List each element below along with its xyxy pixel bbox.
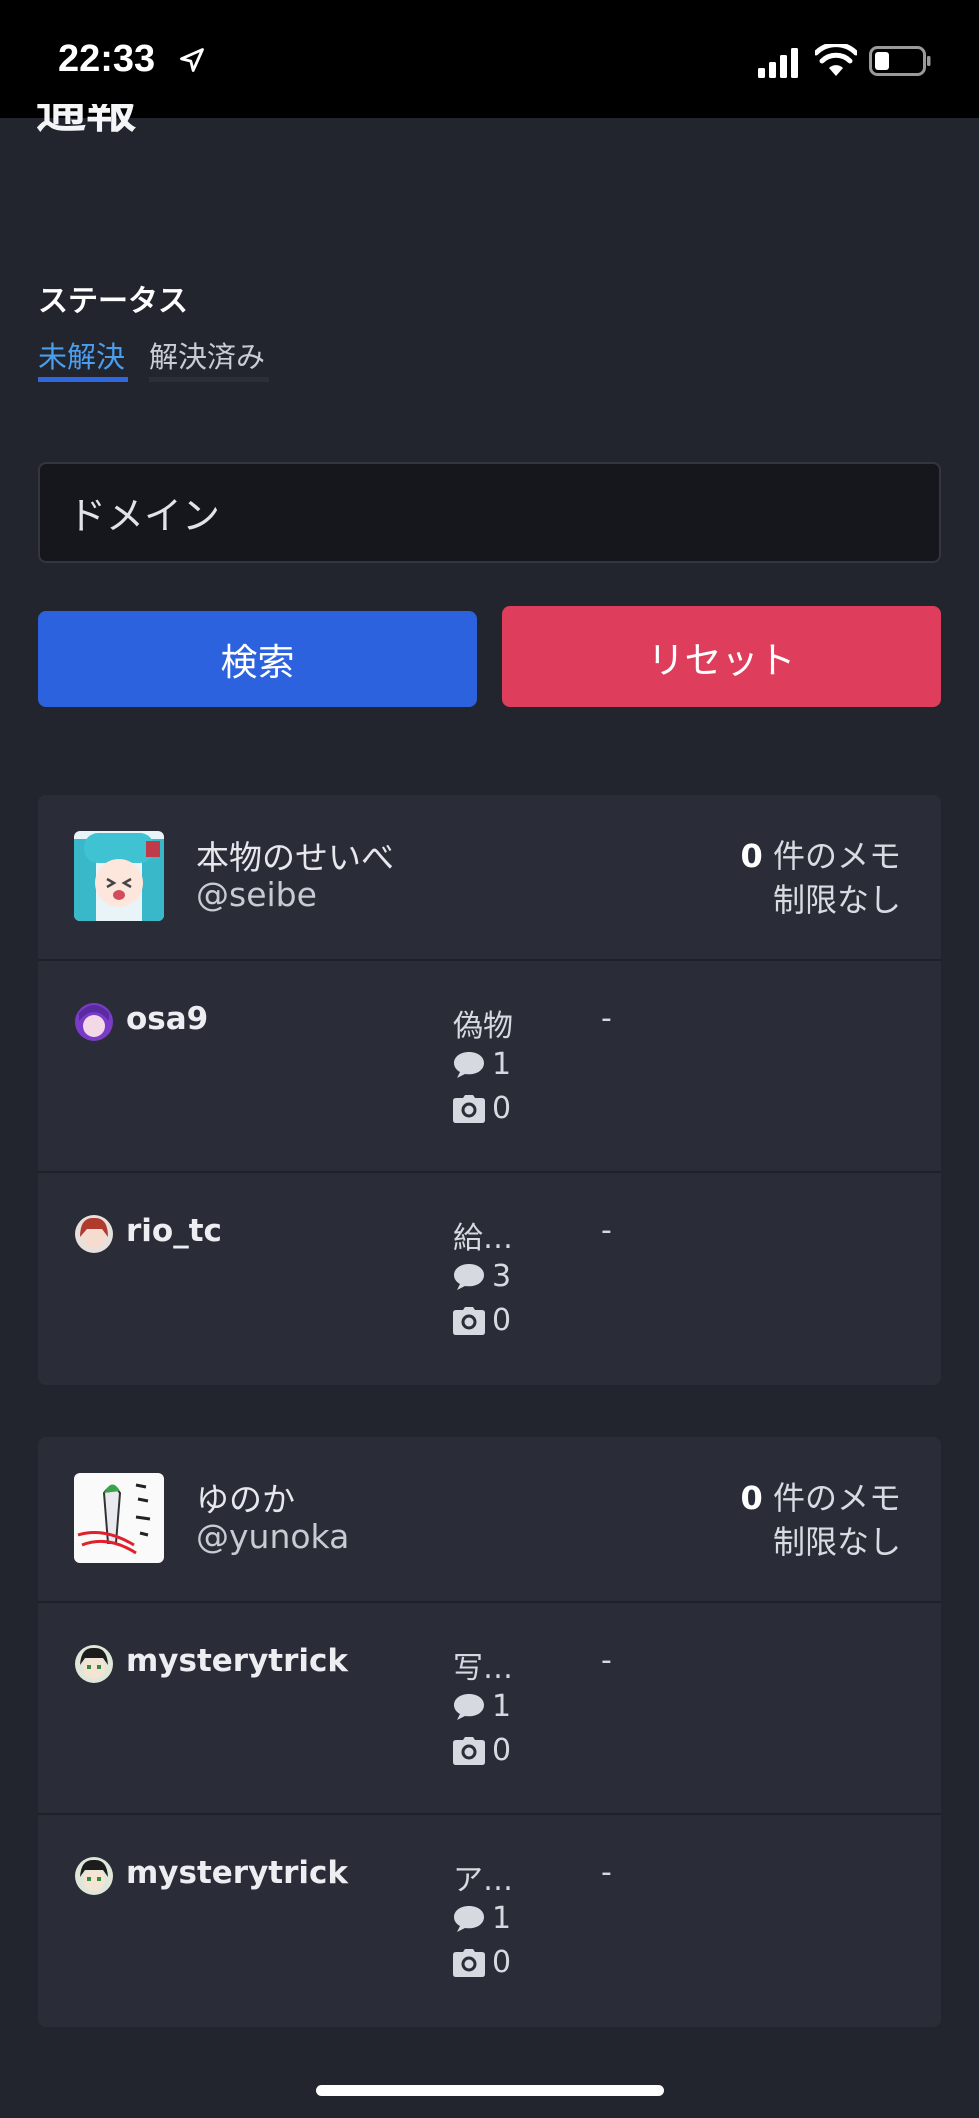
- report-reason: 写…: [453, 1651, 513, 1686]
- report-target-header[interactable]: ゆのか @yunoka 0 件のメモ 制限なし: [38, 1437, 941, 1603]
- camera-icon: [453, 1094, 485, 1123]
- report-status: -: [601, 1855, 612, 1890]
- avatar: [75, 1003, 113, 1041]
- camera-icon: [453, 1736, 485, 1765]
- comment-icon: [454, 1051, 484, 1078]
- photo-count: 0: [452, 1091, 511, 1126]
- comment-icon: [454, 1905, 484, 1932]
- photo-count: 0: [452, 1945, 511, 1980]
- report-card: 本物のせいべ @seibe 0 件のメモ 制限なし osa9 偽物 - 1 0 …: [38, 795, 941, 1385]
- target-handle: @seibe: [196, 875, 317, 914]
- limit-status: 制限なし: [772, 1523, 901, 1561]
- status-time: 22:33: [58, 38, 156, 80]
- avatar: [75, 1857, 113, 1895]
- status-filter-label: ステータス: [38, 284, 188, 319]
- report-card: ゆのか @yunoka 0 件のメモ 制限なし mysterytrick 写… …: [38, 1437, 941, 2027]
- report-target-header[interactable]: 本物のせいべ @seibe 0 件のメモ 制限なし: [38, 795, 941, 961]
- photo-count: 0: [452, 1303, 511, 1338]
- target-display-name: 本物のせいべ: [196, 838, 394, 877]
- memo-count: 0 件のメモ: [740, 1479, 901, 1517]
- tab-unresolved[interactable]: 未解決: [38, 334, 128, 382]
- comment-count: 1: [452, 1901, 511, 1936]
- status-bar: 22:33: [0, 0, 979, 118]
- report-item[interactable]: rio_tc 給… - 3 0: [38, 1173, 941, 1385]
- target-handle: @yunoka: [196, 1517, 350, 1556]
- report-status: -: [601, 1213, 612, 1248]
- memo-count: 0 件のメモ: [740, 837, 901, 875]
- limit-status: 制限なし: [772, 881, 901, 919]
- home-indicator[interactable]: [316, 2085, 664, 2096]
- report-reason: ア…: [453, 1863, 513, 1898]
- signal-icon: [758, 48, 798, 78]
- avatar: [75, 1645, 113, 1683]
- report-item[interactable]: mysterytrick ア… - 1 0: [38, 1815, 941, 2027]
- location-arrow-icon: [180, 48, 204, 72]
- reporter-name: rio_tc: [126, 1213, 222, 1249]
- comment-icon: [454, 1693, 484, 1720]
- avatar: [74, 831, 164, 921]
- target-display-name: ゆのか: [196, 1480, 295, 1519]
- comment-count: 1: [452, 1047, 511, 1082]
- avatar: [74, 1473, 164, 1563]
- comment-count: 3: [452, 1259, 511, 1294]
- reporter-name: osa9: [126, 1001, 209, 1037]
- wifi-icon: [815, 44, 857, 76]
- reporter-name: mysterytrick: [126, 1855, 349, 1891]
- avatar: [75, 1215, 113, 1253]
- photo-count: 0: [452, 1733, 511, 1768]
- report-item[interactable]: mysterytrick 写… - 1 0: [38, 1603, 941, 1815]
- report-item[interactable]: osa9 偽物 - 1 0: [38, 961, 941, 1173]
- camera-icon: [453, 1306, 485, 1335]
- comment-icon: [454, 1263, 484, 1290]
- reset-button[interactable]: リセット: [502, 606, 941, 707]
- search-button[interactable]: 検索: [38, 611, 477, 707]
- page-title: 通報: [36, 104, 136, 139]
- reporter-name: mysterytrick: [126, 1643, 349, 1679]
- comment-count: 1: [452, 1689, 511, 1724]
- camera-icon: [453, 1948, 485, 1977]
- report-reason: 給…: [453, 1221, 513, 1256]
- report-status: -: [601, 1001, 612, 1036]
- battery-icon: [869, 46, 931, 76]
- report-status: -: [601, 1643, 612, 1678]
- report-reason: 偽物: [453, 1009, 513, 1044]
- tab-resolved[interactable]: 解決済み: [149, 334, 269, 382]
- domain-input[interactable]: ドメイン: [38, 462, 941, 563]
